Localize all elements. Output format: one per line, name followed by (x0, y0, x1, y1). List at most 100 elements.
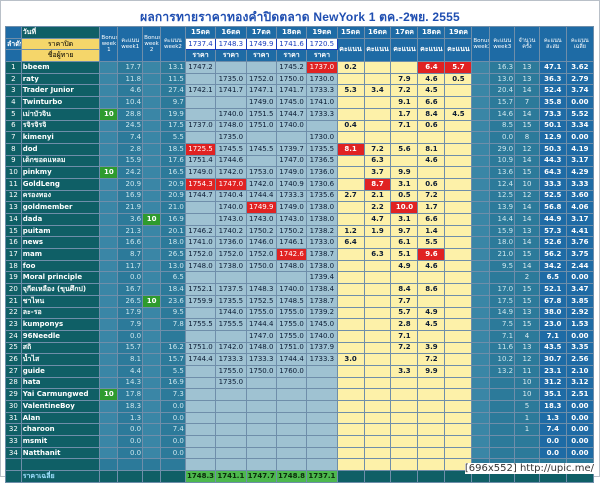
header-bonus-week2[interactable]: Bonus week 2 (142, 25, 162, 63)
header-price-day[interactable]: 16ตค (215, 26, 247, 39)
total-cell[interactable]: 6.5 (538, 271, 567, 285)
header-count[interactable]: จำนวน ครั้ง (514, 25, 540, 63)
total-cell[interactable]: 44.3 (538, 154, 567, 168)
count-cell[interactable]: 13 (514, 72, 540, 86)
day-score-cell[interactable] (390, 423, 419, 437)
guess-price-cell[interactable]: 1740.0 (275, 283, 308, 296)
guess-price-cell[interactable]: 1740.0 (275, 119, 308, 133)
bonus-week2-cell[interactable] (142, 271, 162, 285)
header-score-sub[interactable]: คะแนน (444, 37, 473, 63)
total-cell[interactable]: 43.5 (538, 341, 567, 355)
guess-price-cell[interactable] (184, 364, 217, 378)
points-week3-cell[interactable] (489, 400, 516, 413)
day-score-cell[interactable] (444, 318, 473, 331)
day-score-cell[interactable] (336, 166, 365, 179)
guess-price-cell[interactable]: 1748.0 (275, 259, 308, 273)
day-score-cell[interactable] (363, 236, 392, 250)
total-cell[interactable]: 47.1 (538, 61, 567, 74)
day-score-cell[interactable] (336, 248, 365, 261)
guess-price-cell[interactable] (275, 400, 308, 413)
guess-price-cell[interactable] (215, 411, 247, 425)
day-score-cell[interactable] (444, 411, 473, 425)
spacer-cell[interactable] (245, 458, 277, 472)
guess-price-cell[interactable]: 1737.5 (215, 283, 247, 296)
points-week2-cell[interactable]: 17.6 (160, 154, 186, 168)
header-points-week3[interactable]: คะแนน week3 (489, 25, 516, 63)
points-week2-cell[interactable]: 0.0 (160, 411, 186, 425)
points-week3-cell[interactable]: 15.9 (489, 224, 516, 238)
guess-price-cell[interactable]: 1735.6 (306, 189, 338, 203)
bonus-week1-cell[interactable] (99, 446, 119, 460)
bonus-week1-cell[interactable] (99, 353, 119, 366)
header-average[interactable]: คะแนน เฉลี่ย (565, 25, 595, 63)
guess-price-cell[interactable]: 1744.4 (245, 189, 277, 203)
day-score-cell[interactable]: 7.2 (363, 142, 392, 156)
day-score-cell[interactable] (336, 154, 365, 168)
average-cell[interactable]: 3.60 (565, 189, 595, 203)
day-score-cell[interactable]: 7.2 (390, 84, 419, 98)
points-week3-cell[interactable]: 17.5 (489, 294, 516, 308)
points-week3-cell[interactable] (489, 435, 516, 448)
row-index[interactable]: 5 (5, 107, 22, 121)
count-cell[interactable]: 15 (514, 248, 540, 261)
day-score-cell[interactable]: 4.6 (417, 259, 446, 273)
points-week1-cell[interactable]: 26.5 (117, 294, 144, 308)
guess-price-cell[interactable]: 1739.7 (275, 142, 308, 156)
guess-price-cell[interactable]: 1748.3 (245, 283, 277, 296)
guess-price-cell[interactable] (306, 400, 338, 413)
player-name[interactable]: bbeem (20, 61, 101, 74)
row-index[interactable]: 14 (5, 213, 22, 226)
points-week1-cell[interactable]: 0.0 (117, 271, 144, 285)
total-cell[interactable]: 52.1 (538, 283, 567, 296)
points-week3-cell[interactable]: 17.0 (489, 283, 516, 296)
row-index[interactable]: 4 (5, 96, 22, 109)
bonus-week1-cell[interactable] (99, 400, 119, 413)
count-cell[interactable]: 13 (514, 61, 540, 74)
row-index[interactable]: 12 (5, 189, 22, 203)
average-cell[interactable]: 4.29 (565, 166, 595, 179)
bonus-week1-cell[interactable] (99, 364, 119, 378)
header-score-sub[interactable]: คะแนน (417, 37, 446, 63)
total-cell[interactable]: 50.3 (538, 142, 567, 156)
day-score-cell[interactable] (336, 177, 365, 191)
guess-price-cell[interactable] (184, 376, 217, 390)
bonus-week1-cell[interactable] (99, 423, 119, 437)
bonus-week2-cell[interactable] (142, 154, 162, 168)
guess-price-cell[interactable] (215, 271, 247, 285)
bonus-week1-cell[interactable] (99, 329, 119, 343)
header-date-label[interactable]: วันที่ (20, 26, 101, 39)
day-score-cell[interactable]: 4.5 (417, 84, 446, 98)
player-name[interactable]: dada (20, 213, 101, 226)
day-score-cell[interactable] (336, 259, 365, 273)
day-score-cell[interactable] (444, 189, 473, 203)
guess-price-cell[interactable] (184, 201, 217, 214)
points-week2-cell[interactable]: 20.9 (160, 177, 186, 191)
row-index[interactable]: 6 (5, 119, 22, 133)
bonus-week2-cell[interactable] (142, 84, 162, 98)
guess-price-cell[interactable]: 1743.0 (245, 213, 277, 226)
points-week3-cell[interactable]: 18.0 (489, 236, 516, 250)
day-score-cell[interactable] (444, 341, 473, 355)
row-index[interactable]: 25 (5, 341, 22, 355)
day-score-cell[interactable] (336, 283, 365, 296)
total-cell[interactable]: 23.1 (538, 364, 567, 378)
guess-price-cell[interactable] (215, 61, 247, 74)
points-week2-cell[interactable]: 0.0 (160, 446, 186, 460)
day-score-cell[interactable] (444, 259, 473, 273)
guess-price-cell[interactable]: 1747.0 (275, 154, 308, 168)
day-score-cell[interactable]: 3.1 (390, 213, 419, 226)
count-cell[interactable]: 12 (514, 353, 540, 366)
day-score-cell[interactable]: 0.2 (336, 61, 365, 74)
average-cell[interactable]: 3.17 (565, 213, 595, 226)
average-price-cell[interactable]: 1741.1 (215, 470, 247, 483)
guess-price-cell[interactable]: 1735.0 (215, 376, 247, 390)
count-cell[interactable]: 1 (514, 411, 540, 425)
day-score-cell[interactable] (390, 400, 419, 413)
guess-price-cell[interactable] (184, 329, 217, 343)
points-week1-cell[interactable]: 18.3 (117, 400, 144, 413)
day-score-cell[interactable] (363, 283, 392, 296)
bonus-week2-cell[interactable] (142, 388, 162, 401)
player-name[interactable]: kumponys (20, 318, 101, 331)
player-name[interactable]: puitam (20, 224, 101, 238)
points-week1-cell[interactable]: 0.0 (117, 446, 144, 460)
